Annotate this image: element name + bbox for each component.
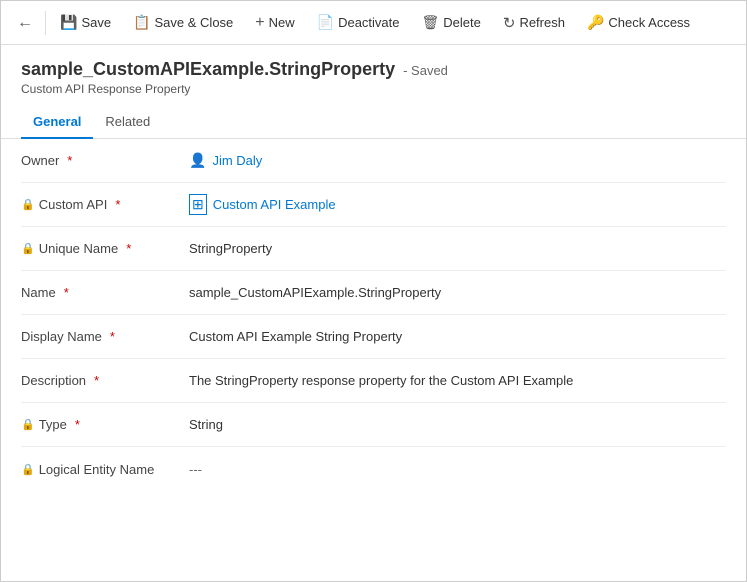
check-access-icon: 🔑	[587, 14, 604, 31]
required-display-name: *	[110, 329, 115, 344]
required-name: *	[64, 285, 69, 300]
value-custom-api: ⊞ Custom API Example	[181, 194, 726, 215]
label-owner: Owner *	[21, 153, 181, 168]
save-close-button[interactable]: 📋 Save & Close	[123, 9, 243, 36]
value-name: sample_CustomAPIExample.StringProperty	[181, 285, 726, 300]
owner-link[interactable]: Jim Daly	[212, 153, 262, 168]
tab-bar: General Related	[1, 106, 746, 139]
required-custom-api: *	[115, 197, 120, 212]
refresh-button[interactable]: ↻ Refresh	[493, 9, 575, 37]
record-subtitle: Custom API Response Property	[21, 82, 726, 96]
tab-related[interactable]: Related	[93, 106, 162, 139]
save-button[interactable]: 💾 Save	[50, 9, 121, 36]
label-unique-name: 🔒 Unique Name *	[21, 241, 181, 256]
required-owner: *	[67, 153, 72, 168]
label-name: Name *	[21, 285, 181, 300]
label-logical-entity-name: 🔒 Logical Entity Name	[21, 462, 181, 477]
lock-icon-type: 🔒	[21, 418, 35, 431]
save-close-icon: 📋	[133, 14, 150, 31]
toolbar-divider-1	[45, 11, 46, 35]
field-row-custom-api: 🔒 Custom API * ⊞ Custom API Example	[21, 183, 726, 227]
label-type: 🔒 Type *	[21, 417, 181, 432]
record-title: sample_CustomAPIExample.StringProperty	[21, 59, 395, 80]
field-row-description: Description * The StringProperty respons…	[21, 359, 726, 403]
lock-icon-custom-api: 🔒	[21, 198, 35, 211]
refresh-icon: ↻	[503, 14, 516, 32]
required-type: *	[75, 417, 80, 432]
delete-button[interactable]: 🗑 Delete	[412, 9, 491, 36]
save-icon: 💾	[60, 14, 77, 31]
new-icon: +	[255, 14, 264, 32]
value-description: The StringProperty response property for…	[181, 373, 726, 388]
field-row-unique-name: 🔒 Unique Name * StringProperty	[21, 227, 726, 271]
field-row-type: 🔒 Type * String	[21, 403, 726, 447]
label-description: Description *	[21, 373, 181, 388]
back-button[interactable]: ←	[9, 7, 41, 39]
field-row-logical-entity-name: 🔒 Logical Entity Name ---	[21, 447, 726, 491]
value-display-name: Custom API Example String Property	[181, 329, 726, 344]
value-logical-entity-name: ---	[181, 462, 726, 477]
label-custom-api: 🔒 Custom API *	[21, 197, 181, 212]
lock-icon-logical-entity-name: 🔒	[21, 463, 35, 476]
user-icon: 👤	[189, 152, 206, 169]
field-row-display-name: Display Name * Custom API Example String…	[21, 315, 726, 359]
toolbar: ← 💾 Save 📋 Save & Close + New 📄 Deactiva…	[1, 1, 746, 45]
check-access-button[interactable]: 🔑 Check Access	[577, 9, 700, 36]
required-unique-name: *	[126, 241, 131, 256]
label-display-name: Display Name *	[21, 329, 181, 344]
deactivate-icon: 📄	[317, 14, 334, 31]
required-description: *	[94, 373, 99, 388]
delete-icon: 🗑	[422, 14, 440, 31]
deactivate-button[interactable]: 📄 Deactivate	[307, 9, 410, 36]
value-unique-name: StringProperty	[181, 241, 726, 256]
saved-status: - Saved	[403, 63, 448, 78]
custom-api-link[interactable]: Custom API Example	[213, 197, 336, 212]
record-header: sample_CustomAPIExample.StringProperty -…	[1, 45, 746, 96]
lock-icon-unique-name: 🔒	[21, 242, 35, 255]
tab-general[interactable]: General	[21, 106, 93, 139]
api-icon: ⊞	[189, 194, 207, 215]
value-owner: 👤 Jim Daly	[181, 152, 726, 169]
field-row-name: Name * sample_CustomAPIExample.StringPro…	[21, 271, 726, 315]
form-body: Owner * 👤 Jim Daly 🔒 Custom API * ⊞ Cust…	[1, 139, 746, 575]
field-row-owner: Owner * 👤 Jim Daly	[21, 139, 726, 183]
value-type: String	[181, 417, 726, 432]
new-button[interactable]: + New	[245, 9, 304, 37]
